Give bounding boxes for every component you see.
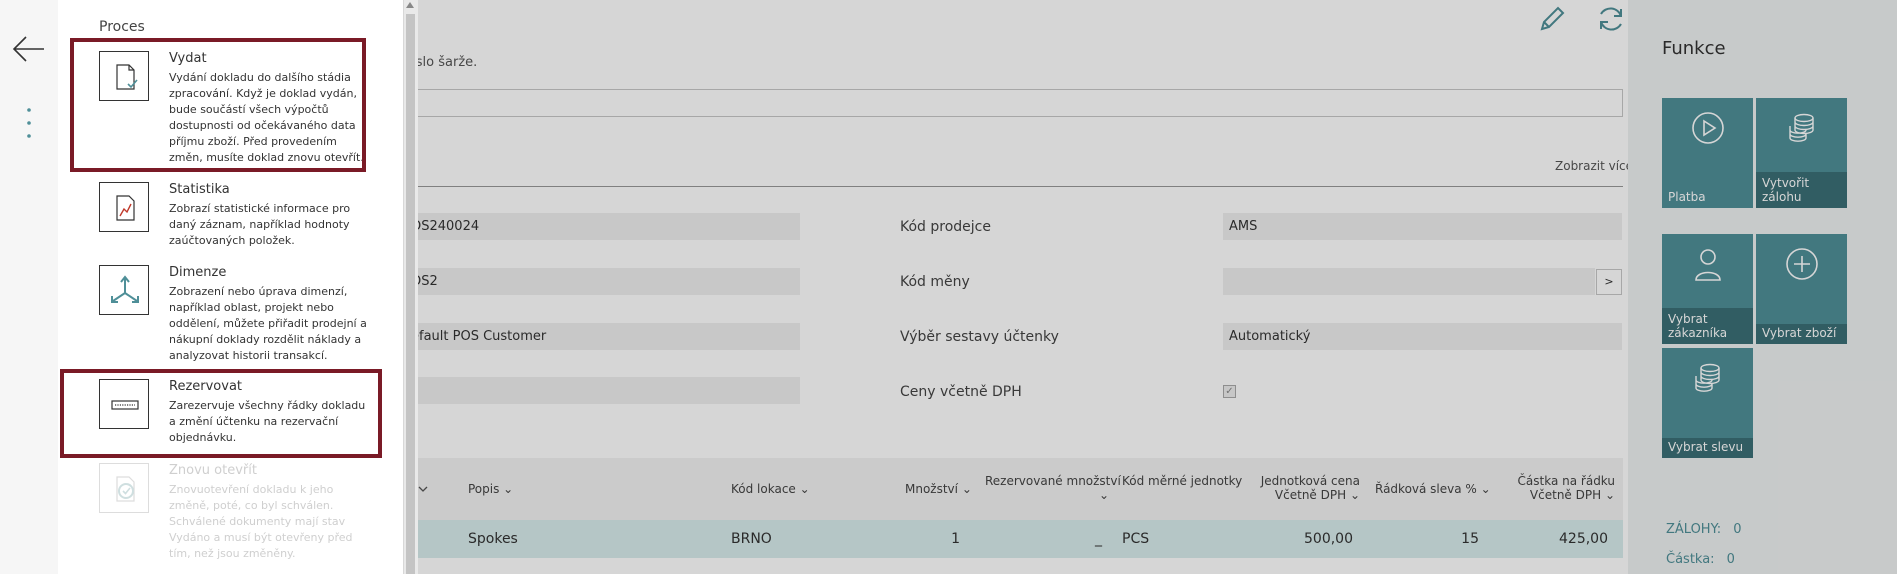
- action-dimenze[interactable]: Dimenze Zobrazení nebo úprava dimenzí, n…: [99, 265, 379, 365]
- statistics-icon: [99, 182, 149, 232]
- more-vertical-icon[interactable]: [22, 106, 36, 140]
- action-title: Znovu otevřít: [169, 463, 257, 478]
- action-title: Dimenze: [169, 265, 227, 280]
- actions-drawer: Proces Vydat Vydání dokladu do dalšího s…: [0, 0, 403, 574]
- reopen-icon: [99, 463, 149, 513]
- action-znovu-otevrit: Znovu otevřít Znovuotevření dokladu k je…: [99, 463, 379, 563]
- back-arrow-icon[interactable]: [12, 34, 46, 64]
- scroll-up-icon[interactable]: [406, 2, 414, 8]
- group-title-proces: Proces: [99, 19, 145, 35]
- drawer-rail: [0, 0, 58, 574]
- action-desc: Znovuotevření dokladu k jeho změně, poté…: [169, 483, 353, 560]
- action-title: Statistika: [169, 182, 230, 197]
- action-desc: Zobrazí statistické informace pro daný z…: [169, 202, 351, 247]
- highlight-frame-rezervovat: [60, 369, 382, 458]
- action-statistika[interactable]: Statistika Zobrazí statistické informace…: [99, 182, 379, 252]
- scrollbar-thumb[interactable]: [406, 14, 415, 574]
- action-desc: Zobrazení nebo úprava dimenzí, například…: [169, 285, 367, 362]
- dimensions-icon: [99, 265, 149, 315]
- highlight-frame-vydat: [70, 38, 366, 172]
